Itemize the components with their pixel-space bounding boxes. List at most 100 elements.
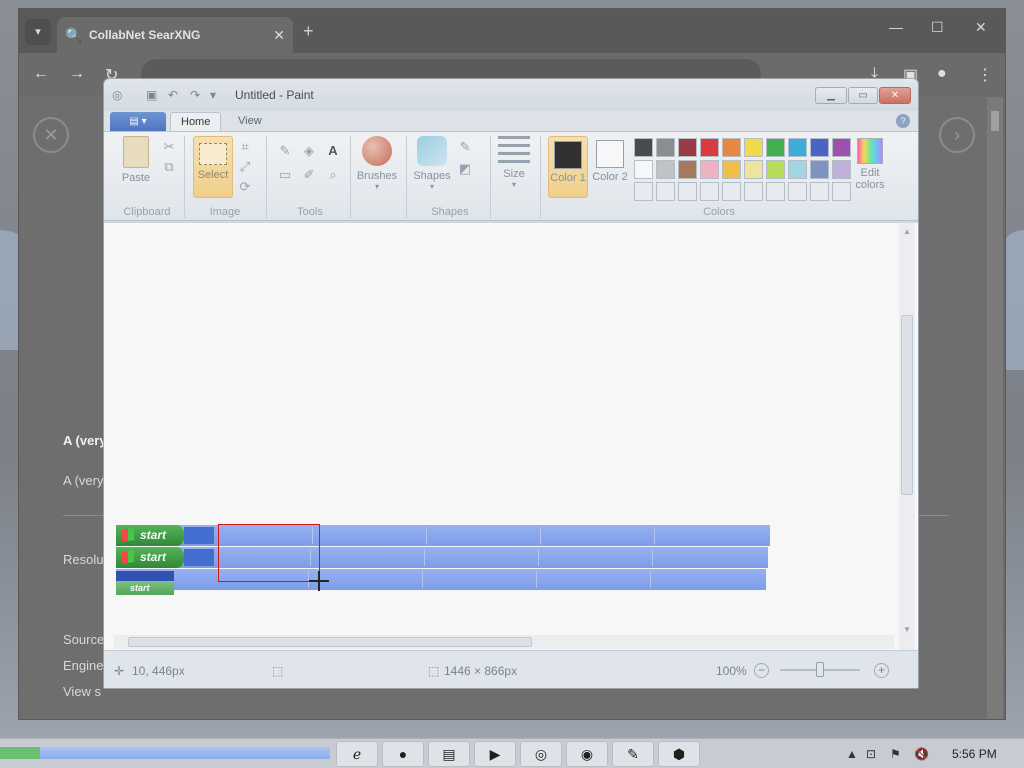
- maximize-icon[interactable]: ☐: [931, 19, 944, 36]
- copy-icon[interactable]: ⧉: [160, 158, 178, 176]
- scrollbar-thumb[interactable]: [901, 315, 913, 495]
- color1-button[interactable]: Color 1: [548, 136, 588, 198]
- close-circle-icon[interactable]: ✕: [33, 117, 69, 153]
- eraser-icon[interactable]: ▭: [276, 166, 294, 184]
- palette-swatch[interactable]: [678, 138, 697, 157]
- palette-swatch[interactable]: [678, 160, 697, 179]
- redo-icon[interactable]: ↷: [190, 88, 200, 102]
- palette-swatch[interactable]: [832, 160, 851, 179]
- help-icon[interactable]: ?: [896, 114, 910, 128]
- fill-icon[interactable]: ◈: [300, 142, 318, 160]
- palette-swatch[interactable]: [722, 182, 741, 201]
- view-source-link[interactable]: View s: [63, 684, 101, 699]
- edit-colors-button[interactable]: Edit colors: [852, 136, 888, 191]
- new-tab-button[interactable]: +: [303, 21, 314, 42]
- minimize-button[interactable]: ▁: [815, 87, 847, 104]
- palette-swatch[interactable]: [766, 182, 785, 201]
- resize-icon[interactable]: ⤢: [236, 158, 254, 176]
- volume-muted-icon[interactable]: 🔇: [914, 747, 929, 761]
- result-title[interactable]: A (very: [63, 433, 107, 448]
- palette-swatch[interactable]: [700, 160, 719, 179]
- palette-swatch[interactable]: [634, 160, 653, 179]
- save-icon[interactable]: ▣: [146, 88, 157, 102]
- palette-swatch[interactable]: [656, 160, 675, 179]
- taskbar-media-icon[interactable]: ▶: [474, 741, 516, 767]
- palette-swatch[interactable]: [634, 182, 653, 201]
- palette-swatch[interactable]: [788, 138, 807, 157]
- palette-swatch[interactable]: [788, 182, 807, 201]
- palette-swatch[interactable]: [656, 138, 675, 157]
- horizontal-scrollbar[interactable]: [114, 635, 894, 649]
- selection-rectangle[interactable]: [218, 524, 320, 582]
- browser-tab[interactable]: 🔍 CollabNet SearXNG ✕: [57, 17, 293, 53]
- color-picker-icon[interactable]: ✐: [300, 166, 318, 184]
- fill-shape-icon[interactable]: ◩: [456, 160, 474, 178]
- outline-icon[interactable]: ✎: [456, 138, 474, 156]
- palette-swatch[interactable]: [766, 160, 785, 179]
- palette-swatch[interactable]: [810, 182, 829, 201]
- cut-icon[interactable]: ✂: [160, 138, 178, 156]
- brushes-button[interactable]: Brushes ▾: [354, 136, 400, 191]
- scrollbar-thumb[interactable]: [128, 637, 532, 647]
- palette-swatch[interactable]: [810, 138, 829, 157]
- crop-icon[interactable]: ⌗: [236, 138, 254, 156]
- palette-swatch[interactable]: [810, 160, 829, 179]
- profile-icon[interactable]: ●: [937, 65, 947, 83]
- palette-swatch[interactable]: [832, 182, 851, 201]
- palette-swatch[interactable]: [744, 182, 763, 201]
- vertical-scrollbar[interactable]: ▲ ▼: [899, 223, 915, 650]
- taskbar-app-icon[interactable]: ◎: [520, 741, 562, 767]
- action-center-icon[interactable]: ⚑: [890, 747, 901, 761]
- shapes-button[interactable]: Shapes ▾: [410, 136, 454, 191]
- color2-button[interactable]: Color 2: [590, 136, 630, 198]
- minimize-icon[interactable]: —: [889, 19, 903, 35]
- close-button[interactable]: ✕: [879, 87, 911, 104]
- palette-swatch[interactable]: [700, 182, 719, 201]
- taskbar-firefox-icon[interactable]: ●: [382, 741, 424, 767]
- network-icon[interactable]: ⊡: [866, 747, 876, 761]
- close-icon[interactable]: ✕: [975, 19, 987, 36]
- text-icon[interactable]: A: [324, 142, 342, 160]
- palette-swatch[interactable]: [766, 138, 785, 157]
- palette-swatch[interactable]: [700, 138, 719, 157]
- palette-swatch[interactable]: [722, 160, 741, 179]
- tab-home[interactable]: Home: [170, 112, 222, 131]
- palette-swatch[interactable]: [678, 182, 697, 201]
- taskbar-chrome-icon[interactable]: ◉: [566, 741, 608, 767]
- paste-button[interactable]: Paste: [116, 136, 156, 184]
- taskbar-explorer-icon[interactable]: ▤: [428, 741, 470, 767]
- palette-swatch[interactable]: [744, 138, 763, 157]
- taskbar-ie-icon[interactable]: ℯ: [336, 741, 378, 767]
- file-menu-button[interactable]: ▤ ▾: [110, 112, 166, 131]
- zoom-in-button[interactable]: +: [874, 663, 889, 678]
- palette-swatch[interactable]: [656, 182, 675, 201]
- close-tab-icon[interactable]: ✕: [273, 27, 285, 44]
- palette-swatch[interactable]: [722, 138, 741, 157]
- canvas-area[interactable]: start start start ▲ ▼: [104, 223, 918, 650]
- scrollbar-thumb[interactable]: [991, 111, 999, 131]
- tab-view[interactable]: View: [228, 112, 272, 131]
- menu-icon[interactable]: ⋮: [977, 65, 993, 85]
- back-icon[interactable]: ←: [33, 65, 49, 83]
- customize-quick-access-icon[interactable]: ▾: [210, 88, 216, 102]
- forward-icon[interactable]: →: [69, 65, 85, 83]
- size-button[interactable]: Size ▾: [496, 136, 532, 189]
- zoom-out-button[interactable]: −: [754, 663, 769, 678]
- palette-swatch[interactable]: [634, 138, 653, 157]
- palette-swatch[interactable]: [744, 160, 763, 179]
- clock[interactable]: 5:56 PM: [952, 747, 997, 761]
- scroll-down-icon[interactable]: ▼: [903, 625, 911, 634]
- pencil-icon[interactable]: ✎: [276, 142, 294, 160]
- magnifier-icon[interactable]: ⌕: [324, 166, 342, 184]
- taskbar-paint-icon[interactable]: ✎: [612, 741, 654, 767]
- show-hidden-icons[interactable]: ▲: [846, 747, 858, 761]
- browser-scrollbar[interactable]: [987, 97, 1003, 719]
- zoom-slider-thumb[interactable]: [816, 662, 824, 677]
- scroll-up-icon[interactable]: ▲: [903, 227, 911, 236]
- palette-swatch[interactable]: [832, 138, 851, 157]
- next-circle-icon[interactable]: ›: [939, 117, 975, 153]
- rotate-icon[interactable]: ⟳: [236, 178, 254, 196]
- undo-icon[interactable]: ↶: [168, 88, 178, 102]
- maximize-button[interactable]: ▭: [848, 87, 878, 104]
- tab-search-button[interactable]: ▾: [25, 19, 51, 45]
